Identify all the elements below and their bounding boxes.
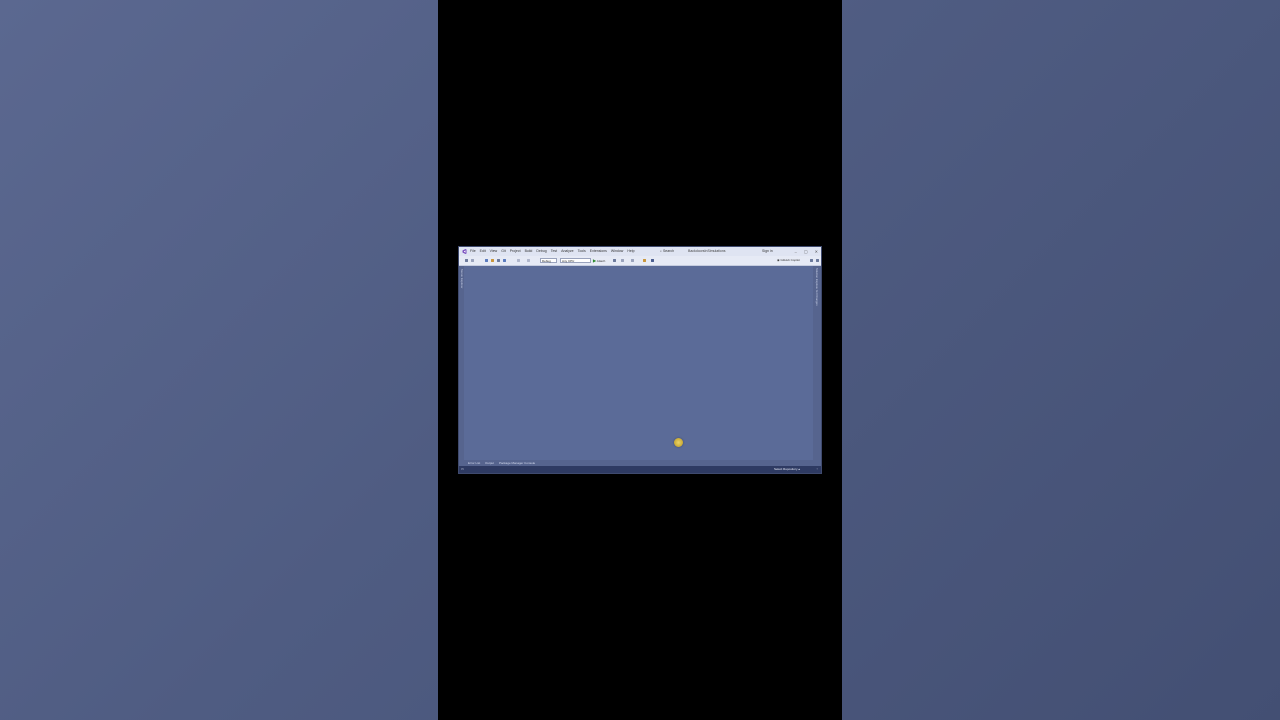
window-controls: – ▢ ✕ — [795, 247, 818, 256]
menu-analyze[interactable]: Analyze — [561, 247, 573, 256]
configuration-select[interactable]: Debug — [540, 258, 557, 263]
menu-bar: File Edit View Git Project Build Debug T… — [470, 247, 635, 256]
editor-area — [464, 266, 815, 460]
status-bar: ▭ Select Repository ▴ ◔ — [459, 466, 821, 473]
cursor-highlight — [674, 438, 683, 447]
save-all-icon[interactable] — [503, 259, 506, 262]
menu-view[interactable]: View — [490, 247, 498, 256]
folder-icon[interactable] — [643, 259, 646, 262]
menu-build[interactable]: Build — [525, 247, 533, 256]
platform-select[interactable]: Any CPU — [560, 258, 591, 263]
solution-explorer-tab[interactable]: Solution Explorer Git Changes — [815, 268, 819, 306]
undo-icon[interactable] — [517, 259, 520, 262]
sign-in-button[interactable]: Sign in — [762, 247, 773, 256]
solution-name: BackdoorsInSimulations — [688, 249, 726, 253]
select-repository-button[interactable]: Select Repository ▴ — [774, 466, 800, 473]
new-item-icon[interactable] — [485, 259, 488, 262]
video-frame: File Edit View Git Project Build Debug T… — [438, 0, 842, 720]
status-icon: ▭ — [461, 467, 464, 471]
search-box[interactable]: ⌕ Search — [660, 249, 682, 254]
forward-icon[interactable] — [471, 259, 474, 262]
search-icon: ⌕ — [660, 249, 662, 253]
vs-logo-icon — [462, 249, 467, 254]
standard-toolbar: Debug Any CPU ▶ Attach ◉ GitHub Copilot — [459, 256, 821, 266]
menu-window[interactable]: Window — [611, 247, 623, 256]
menu-git[interactable]: Git — [501, 247, 505, 256]
right-tool-strip: Solution Explorer Git Changes — [813, 266, 821, 460]
menu-extensions[interactable]: Extensions — [590, 247, 607, 256]
hot-reload-icon[interactable] — [621, 259, 624, 262]
bell-icon[interactable]: ◔ — [816, 466, 818, 473]
menu-project[interactable]: Project — [510, 247, 521, 256]
feedback-icon[interactable] — [816, 259, 819, 262]
minimize-button[interactable]: – — [795, 247, 797, 256]
redo-icon[interactable] — [527, 259, 530, 262]
menu-edit[interactable]: Edit — [480, 247, 486, 256]
play-icon: ▶ — [593, 258, 597, 263]
save-icon[interactable] — [497, 259, 500, 262]
back-icon[interactable] — [465, 259, 468, 262]
run-without-debug-icon[interactable] — [613, 259, 616, 262]
open-folder-icon[interactable] — [491, 259, 494, 262]
title-bar: File Edit View Git Project Build Debug T… — [459, 247, 821, 256]
window-layout-icon[interactable] — [651, 259, 654, 262]
menu-help[interactable]: Help — [627, 247, 634, 256]
restart-icon[interactable] — [631, 259, 634, 262]
copilot-button[interactable]: ◉ GitHub Copilot — [777, 256, 800, 265]
menu-file[interactable]: File — [470, 247, 476, 256]
start-label: Attach — [596, 259, 606, 263]
start-button[interactable]: ▶ Attach — [593, 256, 605, 266]
menu-debug[interactable]: Debug — [536, 247, 546, 256]
share-icon[interactable] — [810, 259, 813, 262]
close-button[interactable]: ✕ — [815, 247, 818, 256]
visual-studio-window: File Edit View Git Project Build Debug T… — [458, 246, 822, 474]
maximize-button[interactable]: ▢ — [804, 247, 808, 256]
menu-test[interactable]: Test — [551, 247, 557, 256]
menu-tools[interactable]: Tools — [578, 247, 586, 256]
copilot-label: GitHub Copilot — [780, 258, 800, 262]
search-label: Search — [662, 249, 675, 253]
